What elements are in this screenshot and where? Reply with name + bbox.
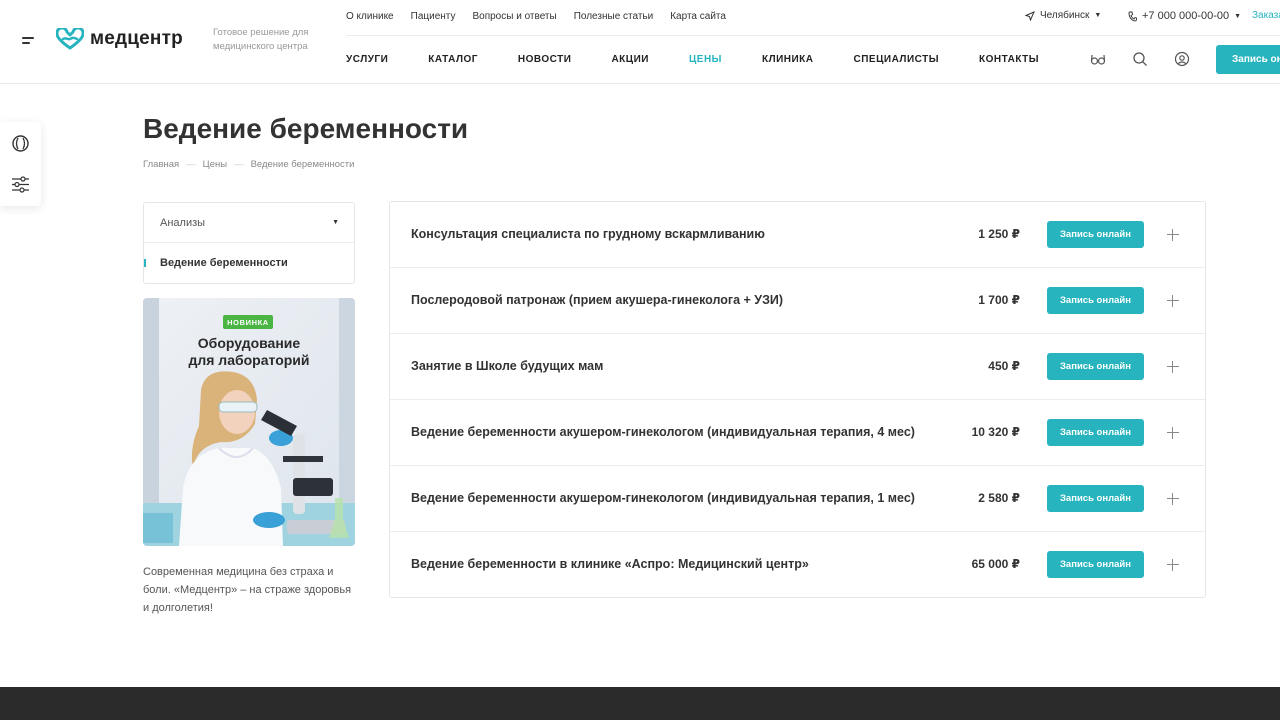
record-online-button[interactable]: Запись онлайн	[1047, 419, 1144, 446]
city-selector[interactable]: Челябинск ▼	[1025, 10, 1101, 21]
nav-catalog[interactable]: КАТАЛОГ	[428, 54, 478, 65]
price-category-menu: Анализы ▼ Ведение беременности	[143, 202, 355, 284]
top-link-faq[interactable]: Вопросы и ответы	[472, 11, 556, 22]
record-online-button[interactable]: Запись онлайн	[1047, 485, 1144, 512]
sidebar-item-label: Анализы	[160, 216, 206, 229]
chevron-down-icon: ▼	[332, 219, 339, 226]
plus-expand-icon[interactable]	[1166, 426, 1180, 440]
promo-badge: НОВИНКА	[223, 315, 273, 329]
plus-expand-icon[interactable]	[1166, 360, 1180, 374]
plus-expand-icon[interactable]	[1166, 558, 1180, 572]
price-list: Консультация специалиста по грудному вск…	[389, 201, 1206, 598]
logo-icon	[56, 28, 84, 50]
slogan: Готовое решение для медицинского центра	[213, 27, 309, 52]
breadcrumb-separator: —	[186, 159, 196, 170]
phone-selector[interactable]: +7 000 000-00-00 ▼	[1128, 10, 1241, 22]
service-name[interactable]: Консультация специалиста по грудному вск…	[411, 227, 765, 241]
city-name: Челябинск	[1040, 10, 1090, 21]
top-nav: О клинике Пациенту Вопросы и ответы Поле…	[346, 11, 726, 22]
service-name[interactable]: Ведение беременности в клинике «Аспро: М…	[411, 557, 809, 571]
service-price: 1 250 ₽	[978, 227, 1020, 241]
search-icon[interactable]	[1132, 51, 1148, 67]
floating-side-panel	[0, 122, 41, 206]
price-row: Ведение беременности акушером-гинеколого…	[390, 400, 1205, 466]
breadcrumb-home[interactable]: Главная	[143, 159, 179, 170]
logo-text: медцентр	[90, 28, 183, 49]
filter-sliders-icon[interactable]	[11, 175, 30, 194]
record-online-button[interactable]: Запись онлайн	[1216, 45, 1280, 74]
header-divider	[346, 35, 1280, 36]
plus-expand-icon[interactable]	[1166, 228, 1180, 242]
phone-number: +7 000 000-00-00	[1142, 10, 1230, 22]
services-circle-icon[interactable]	[11, 134, 30, 153]
record-online-button[interactable]: Запись онлайн	[1047, 551, 1144, 578]
order-call-link[interactable]: Заказать звонок	[1252, 10, 1280, 21]
service-price: 450 ₽	[988, 359, 1020, 373]
nav-clinic[interactable]: КЛИНИКА	[762, 54, 814, 65]
price-row: Занятие в Школе будущих мам 450 ₽ Запись…	[390, 334, 1205, 400]
page-title: Ведение беременности	[143, 113, 469, 144]
record-online-button[interactable]: Запись онлайн	[1047, 287, 1144, 314]
user-icon[interactable]	[1174, 51, 1190, 67]
main-nav: УСЛУГИ КАТАЛОГ НОВОСТИ АКЦИИ ЦЕНЫ КЛИНИК…	[346, 54, 1079, 65]
service-name[interactable]: Занятие в Школе будущих мам	[411, 359, 603, 373]
top-link-patient[interactable]: Пациенту	[411, 11, 456, 22]
top-link-about[interactable]: О клинике	[346, 11, 394, 22]
chevron-down-icon: ▼	[1094, 12, 1102, 19]
price-row: Ведение беременности акушером-гинеколого…	[390, 466, 1205, 532]
nav-specialists[interactable]: СПЕЦИАЛИСТЫ	[854, 54, 940, 65]
promo-title: Оборудование для лабораторий	[143, 335, 355, 369]
service-name[interactable]: Послеродовой патронаж (прием акушера-гин…	[411, 293, 783, 307]
service-name[interactable]: Ведение беременности акушером-гинеколого…	[411, 491, 915, 505]
breadcrumb-current: Ведение беременности	[250, 159, 355, 170]
nav-news[interactable]: НОВОСТИ	[518, 54, 572, 65]
sidebar-note: Современная медицина без страха и боли. …	[143, 566, 352, 614]
menu-burger-icon[interactable]	[22, 36, 36, 46]
nav-promotions[interactable]: АКЦИИ	[611, 54, 649, 65]
phone-icon	[1128, 11, 1137, 21]
price-row: Консультация специалиста по грудному вск…	[390, 202, 1205, 268]
nav-prices[interactable]: ЦЕНЫ	[689, 54, 722, 65]
nav-contacts[interactable]: КОНТАКТЫ	[979, 54, 1039, 65]
sidebar-item-label: Ведение беременности	[160, 257, 288, 269]
location-arrow-icon	[1025, 10, 1035, 21]
site-header: медцентр Готовое решение для медицинског…	[0, 0, 1280, 84]
record-online-button[interactable]: Запись онлайн	[1047, 353, 1144, 380]
glasses-icon[interactable]	[1090, 51, 1106, 67]
top-link-sitemap[interactable]: Карта сайта	[670, 11, 726, 22]
site-footer	[0, 687, 1280, 720]
sidebar-item-analyses[interactable]: Анализы ▼	[144, 203, 354, 243]
service-price: 65 000 ₽	[971, 557, 1020, 571]
sidebar-item-pregnancy[interactable]: Ведение беременности	[144, 243, 354, 283]
breadcrumb-separator: —	[234, 159, 244, 170]
header-icons	[1090, 51, 1190, 67]
plus-expand-icon[interactable]	[1166, 492, 1180, 506]
service-name[interactable]: Ведение беременности акушером-гинеколого…	[411, 425, 915, 439]
price-row: Ведение беременности в клинике «Аспро: М…	[390, 532, 1205, 598]
price-row: Послеродовой патронаж (прием акушера-гин…	[390, 268, 1205, 334]
service-price: 1 700 ₽	[978, 293, 1020, 307]
service-price: 10 320 ₽	[971, 425, 1020, 439]
plus-expand-icon[interactable]	[1166, 294, 1180, 308]
promo-title-line: для лабораторий	[188, 352, 310, 368]
breadcrumb-prices[interactable]: Цены	[203, 159, 227, 170]
promo-banner[interactable]: НОВИНКА Оборудование для лабораторий	[143, 298, 355, 546]
record-online-button[interactable]: Запись онлайн	[1047, 221, 1144, 248]
service-price: 2 580 ₽	[978, 491, 1020, 505]
logo[interactable]: медцентр	[56, 28, 183, 50]
promo-title-line: Оборудование	[197, 335, 301, 351]
breadcrumb: Главная — Цены — Ведение беременности	[143, 159, 354, 170]
chevron-down-icon: ▼	[1234, 12, 1242, 20]
top-link-articles[interactable]: Полезные статьи	[574, 11, 654, 22]
nav-services[interactable]: УСЛУГИ	[346, 54, 388, 65]
